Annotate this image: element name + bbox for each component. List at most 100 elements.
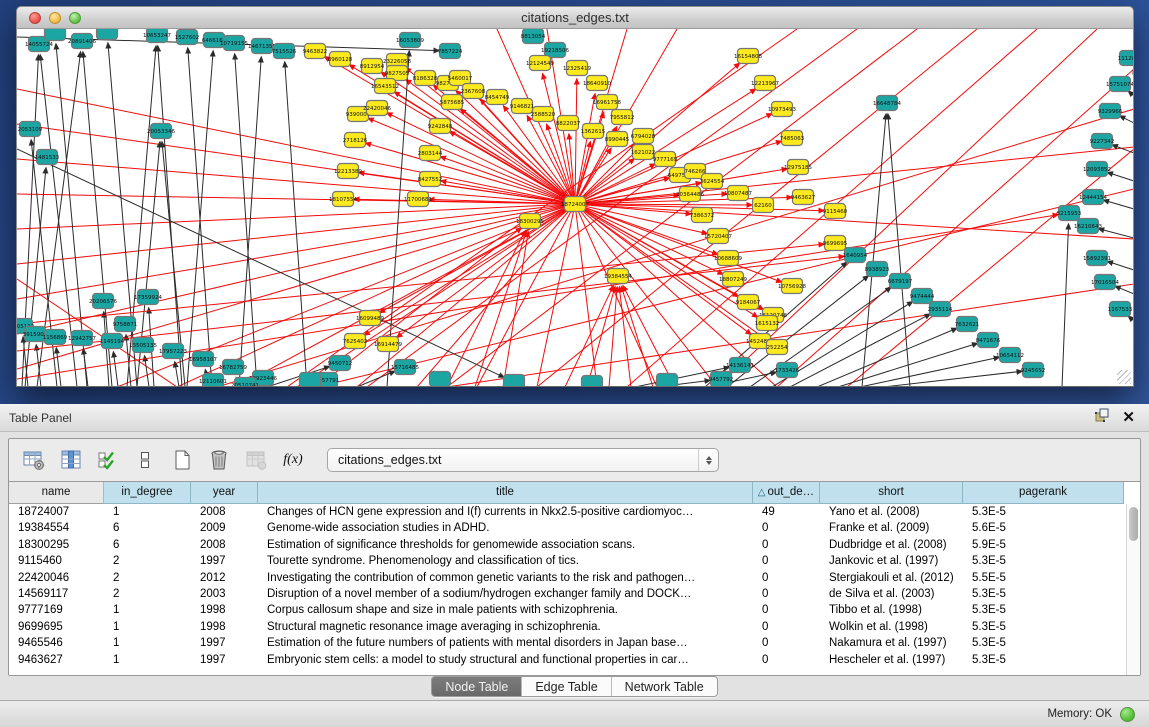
citation-edge-black[interactable] bbox=[285, 62, 307, 387]
column-select-icon[interactable] bbox=[58, 447, 84, 473]
network-node[interactable]: 7386372 bbox=[690, 208, 715, 223]
network-node[interactable]: 9463822 bbox=[303, 44, 328, 59]
network-node[interactable]: 12110601 bbox=[199, 374, 227, 388]
network-node[interactable]: 7625402 bbox=[343, 334, 368, 349]
select-all-icon[interactable] bbox=[95, 447, 121, 473]
network-node[interactable]: 7632621 bbox=[955, 317, 980, 332]
network-node[interactable]: 16543512 bbox=[371, 79, 399, 94]
network-node[interactable]: 8454749 bbox=[485, 90, 510, 105]
network-node[interactable]: 15751074 bbox=[1106, 77, 1134, 92]
network-node[interactable]: 9115460 bbox=[823, 204, 848, 219]
network-node[interactable]: 7515526 bbox=[272, 44, 297, 59]
network-node[interactable]: 8912954 bbox=[360, 59, 385, 74]
citation-edge-black[interactable] bbox=[36, 345, 41, 387]
network-node[interactable]: 2053109 bbox=[18, 122, 43, 137]
network-node[interactable]: 10719155 bbox=[220, 36, 248, 51]
network-node[interactable]: 1640954 bbox=[843, 248, 868, 263]
network-node[interactable]: 7485063 bbox=[780, 131, 805, 146]
network-node[interactable]: 2935114 bbox=[928, 302, 953, 317]
network-node[interactable]: 8990445 bbox=[605, 132, 630, 147]
network-node[interactable]: 8938923 bbox=[865, 262, 890, 277]
network-node[interactable]: 12093852 bbox=[1083, 162, 1111, 177]
citation-edge-black[interactable] bbox=[25, 168, 46, 387]
table-row[interactable]: 946362711997Embryonic stem cells: a mode… bbox=[9, 652, 1126, 668]
network-node[interactable]: 9329966 bbox=[1098, 104, 1123, 119]
network-node[interactable]: 16914479 bbox=[374, 337, 402, 352]
table-row[interactable]: 1456911722003Disruption of a novel membe… bbox=[9, 586, 1126, 602]
network-node[interactable]: 8471676 bbox=[976, 333, 1001, 348]
network-node[interactable]: 7857224 bbox=[438, 44, 463, 59]
table-selector-dropdown[interactable]: citations_edges.txt bbox=[327, 448, 719, 472]
network-node[interactable]: 2588520 bbox=[531, 107, 556, 122]
network-node[interactable]: 16648784 bbox=[873, 96, 901, 111]
network-canvas[interactable]: 1405572420891406106532471527602646616310… bbox=[16, 29, 1134, 387]
network-node[interactable]: 15720407 bbox=[704, 229, 732, 244]
citation-edge-black[interactable] bbox=[838, 343, 978, 387]
network-node[interactable]: 10653247 bbox=[143, 29, 171, 43]
network-node[interactable]: 8427552 bbox=[418, 172, 443, 187]
citation-edge-red[interactable] bbox=[621, 286, 653, 387]
network-node[interactable] bbox=[430, 372, 451, 387]
network-node[interactable]: 8186328 bbox=[413, 71, 438, 86]
network-node[interactable]: 1481533 bbox=[35, 150, 60, 165]
citation-edge-black[interactable] bbox=[860, 357, 999, 387]
column-header-title[interactable]: title bbox=[258, 482, 753, 504]
citation-edge-black[interactable] bbox=[883, 371, 1022, 387]
citation-edge-black[interactable] bbox=[239, 57, 261, 387]
citation-edge-black[interactable] bbox=[750, 287, 891, 387]
network-node[interactable]: 20053346 bbox=[147, 124, 175, 139]
table-row[interactable]: 1872400712008Changes of HCN gene express… bbox=[9, 504, 1126, 520]
network-node[interactable]: 9457792 bbox=[709, 372, 734, 387]
citation-edge-red[interactable] bbox=[417, 204, 575, 387]
citation-edge-red[interactable] bbox=[609, 287, 617, 387]
citation-edge-black[interactable] bbox=[1099, 229, 1134, 238]
citation-edge-black[interactable] bbox=[357, 371, 395, 387]
network-node[interactable]: 20510741 bbox=[231, 378, 259, 388]
network-node[interactable]: 1615132 bbox=[755, 316, 780, 331]
network-node[interactable]: 18640910 bbox=[583, 76, 611, 91]
float-panel-icon[interactable] bbox=[1094, 407, 1110, 428]
table-row[interactable]: 911546021997Tourette syndrome. Phenomeno… bbox=[9, 553, 1126, 569]
network-node[interactable]: 2803144 bbox=[418, 146, 443, 161]
network-node[interactable]: 1527602 bbox=[175, 30, 200, 45]
network-node[interactable] bbox=[582, 376, 603, 388]
citation-edge-red[interactable] bbox=[543, 74, 575, 204]
citation-edge-black[interactable] bbox=[175, 362, 179, 387]
citation-edge-black[interactable] bbox=[1107, 172, 1134, 181]
citation-edge-black[interactable] bbox=[1120, 116, 1134, 123]
memory-ok-indicator-icon[interactable] bbox=[1120, 707, 1135, 722]
network-node[interactable]: 9758871 bbox=[113, 317, 138, 332]
network-node[interactable]: 20891406 bbox=[68, 34, 96, 49]
network-node[interactable]: 9777169 bbox=[653, 152, 678, 167]
network-node[interactable]: 17359924 bbox=[134, 290, 162, 305]
tab-node-table[interactable]: Node Table bbox=[432, 677, 522, 696]
network-node[interactable] bbox=[97, 29, 118, 40]
network-node[interactable]: 12213389 bbox=[334, 164, 362, 179]
table-scrollbar-thumb[interactable] bbox=[1129, 507, 1138, 541]
new-table-icon[interactable] bbox=[169, 447, 195, 473]
citation-edge-red[interactable] bbox=[619, 287, 631, 387]
citation-edge-red[interactable] bbox=[575, 142, 590, 204]
network-node[interactable]: 252254 bbox=[767, 340, 788, 355]
close-window-icon[interactable] bbox=[29, 12, 41, 24]
network-node[interactable]: 1167533 bbox=[1108, 302, 1133, 317]
table-row[interactable]: 2242004622012Investigating the contribut… bbox=[9, 570, 1126, 586]
citation-edge-black[interactable] bbox=[56, 348, 61, 387]
delete-table-icon[interactable] bbox=[206, 447, 232, 473]
network-node[interactable]: 9242848 bbox=[428, 119, 453, 134]
network-node[interactable]: 1621022 bbox=[631, 145, 656, 160]
network-node[interactable]: 17957223 bbox=[159, 344, 187, 359]
network-node[interactable]: 9699695 bbox=[823, 236, 848, 251]
network-node[interactable]: 6679197 bbox=[888, 274, 913, 289]
network-node[interactable]: 2718126 bbox=[343, 133, 368, 148]
citation-edge-black[interactable] bbox=[1133, 68, 1134, 70]
network-node[interactable]: 22420046 bbox=[363, 101, 391, 116]
network-node[interactable]: 16053809 bbox=[396, 33, 424, 48]
citation-edge-black[interactable] bbox=[888, 114, 910, 387]
network-node[interactable]: 62160 bbox=[753, 198, 774, 213]
network-node[interactable]: 12213967 bbox=[751, 76, 779, 91]
network-node[interactable]: 20364486 bbox=[676, 187, 704, 202]
network-node[interactable]: 18107554 bbox=[329, 192, 357, 207]
citation-edge-red[interactable] bbox=[623, 286, 675, 387]
network-node[interactable] bbox=[300, 373, 321, 388]
